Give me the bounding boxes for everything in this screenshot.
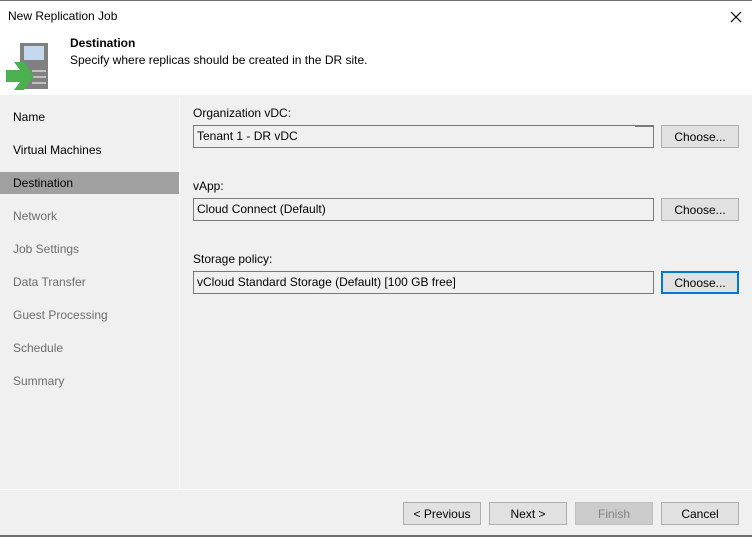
vapp-label: vApp: [193,179,224,193]
nav-item-destination[interactable]: Destination [0,172,179,194]
close-icon [730,11,742,23]
cancel-button[interactable]: Cancel [661,502,739,525]
wizard-steps-sidebar: Name Virtual Machines Destination Networ… [0,97,179,489]
org-vdc-value: Tenant 1 - DR vDC [197,129,298,143]
nav-item-job-settings[interactable]: Job Settings [0,238,179,260]
sidebar-divider [179,97,180,489]
nav-item-virtual-machines[interactable]: Virtual Machines [0,139,179,161]
previous-button[interactable]: < Previous [403,502,481,525]
nav-item-schedule[interactable]: Schedule [0,337,179,359]
nav-item-data-transfer[interactable]: Data Transfer [0,271,179,293]
new-replication-job-window: New Replication Job Destination Specify … [0,0,752,537]
org-vdc-field[interactable]: Tenant 1 - DR vDC [193,125,654,148]
step-description: Specify where replicas should be created… [70,53,368,67]
next-button[interactable]: Next > [489,502,567,525]
footer-divider [0,489,752,490]
choose-vapp-button[interactable]: Choose... [661,198,739,221]
finish-button: Finish [575,502,653,525]
choose-org-vdc-button[interactable]: Choose... [661,125,739,148]
nav-item-network[interactable]: Network [0,205,179,227]
field-notch [635,125,653,127]
nav-item-summary[interactable]: Summary [0,370,179,392]
vapp-field[interactable]: Cloud Connect (Default) [193,198,654,221]
choose-storage-policy-button[interactable]: Choose... [661,271,739,294]
storage-policy-label: Storage policy: [193,252,273,266]
vapp-value: Cloud Connect (Default) [197,202,326,216]
nav-item-guest-processing[interactable]: Guest Processing [0,304,179,326]
wizard-header: New Replication Job Destination Specify … [0,1,752,95]
step-title: Destination [70,36,136,50]
window-title: New Replication Job [8,9,118,23]
storage-policy-field[interactable]: vCloud Standard Storage (Default) [100 G… [193,271,654,294]
replication-job-icon [6,43,48,90]
org-vdc-label: Organization vDC: [193,106,292,120]
close-button[interactable] [726,7,746,27]
storage-policy-value: vCloud Standard Storage (Default) [100 G… [197,275,456,289]
nav-item-name[interactable]: Name [0,106,179,128]
